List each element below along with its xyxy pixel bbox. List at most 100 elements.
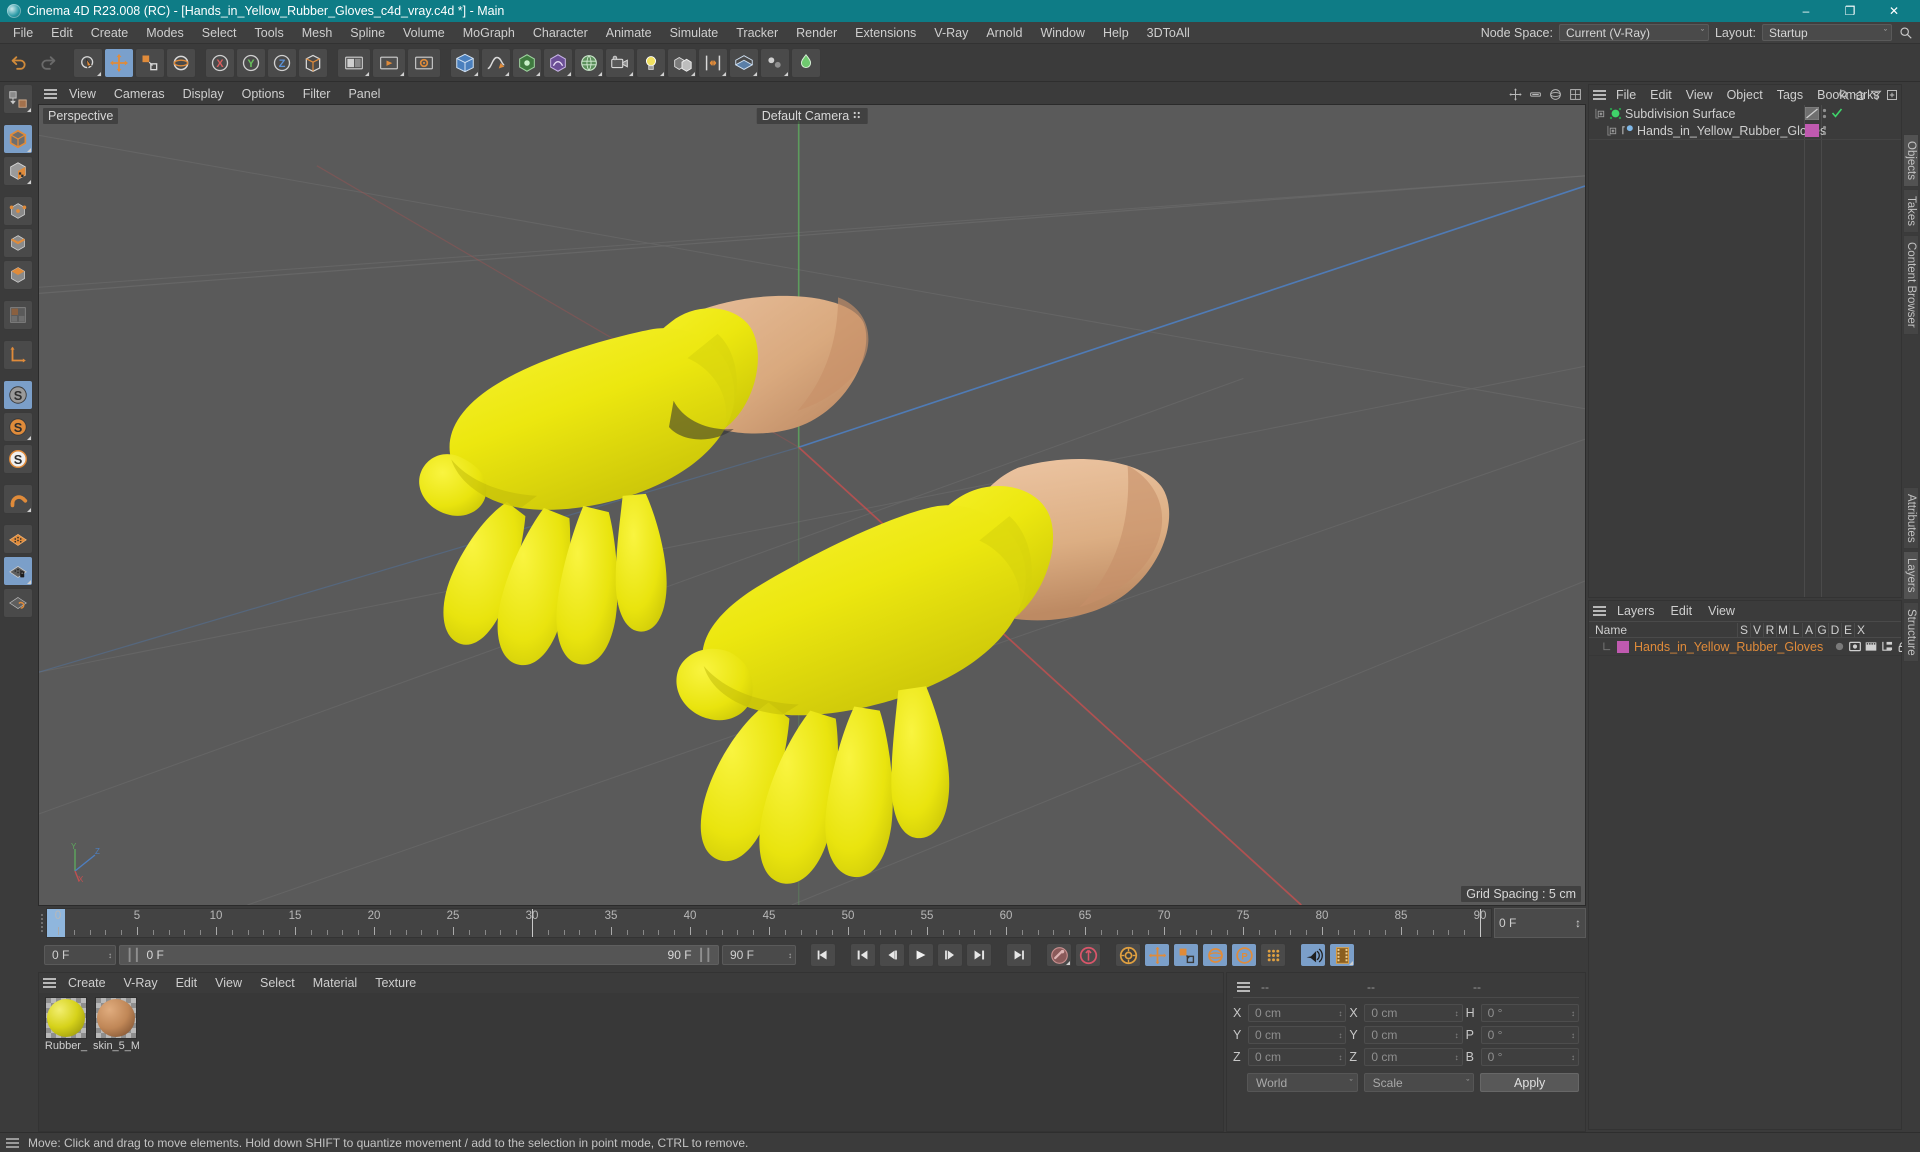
menu-help[interactable]: Help	[1094, 22, 1138, 44]
model-mode-button[interactable]	[3, 124, 33, 154]
layers-menu-icon[interactable]	[1589, 601, 1609, 621]
minimize-button[interactable]: –	[1784, 0, 1828, 22]
add-layer-icon[interactable]	[1886, 89, 1898, 101]
view-icon[interactable]	[1849, 641, 1862, 652]
home-icon[interactable]	[1854, 89, 1866, 101]
axis-z-lock-button[interactable]: Z	[267, 47, 297, 78]
undo-button[interactable]	[3, 48, 33, 78]
timeline-end-field[interactable]: 0 F ↕	[1494, 908, 1586, 938]
search-icon[interactable]	[1838, 89, 1850, 101]
material-item[interactable]: Rubber_	[43, 997, 89, 1052]
material-menu-texture[interactable]: Texture	[366, 973, 425, 993]
viewport-menu-icon[interactable]	[40, 84, 60, 104]
spinner-icon[interactable]: ↕	[788, 951, 792, 959]
object-menu-file[interactable]: File	[1609, 85, 1643, 105]
redo-button[interactable]	[34, 48, 64, 78]
add-light-button[interactable]	[636, 47, 666, 78]
status-menu-icon[interactable]	[6, 1135, 22, 1151]
menu-3dtoall[interactable]: 3DToAll	[1138, 22, 1199, 44]
render-icon[interactable]	[1865, 641, 1877, 652]
object-menu-edit[interactable]: Edit	[1643, 85, 1679, 105]
material-menu-select[interactable]: Select	[251, 973, 304, 993]
uv-mode-button[interactable]	[3, 300, 33, 330]
size-x-field[interactable]: 0 cm ↕	[1364, 1004, 1463, 1022]
position-z-field[interactable]: 0 cm ↕	[1248, 1048, 1347, 1066]
pan-camera-icon[interactable]	[1509, 87, 1522, 101]
maximize-viewport-icon[interactable]	[1569, 88, 1582, 101]
object-row-hands-in-yellow-rubber-gloves[interactable]: Hands_in_Yellow_Rubber_Gloves	[1589, 122, 1901, 139]
parameter-key-button[interactable]: P	[1231, 943, 1257, 967]
add-generator-button[interactable]	[512, 47, 542, 78]
move-tool-button[interactable]	[104, 47, 134, 78]
position-y-field[interactable]: 0 cm ↕	[1248, 1026, 1347, 1044]
maximize-button[interactable]: ❐	[1828, 0, 1872, 22]
texture-mode-button[interactable]	[3, 156, 33, 186]
menu-spline[interactable]: Spline	[341, 22, 394, 44]
add-camera-button[interactable]	[605, 47, 635, 78]
spinner-icon[interactable]: ↕	[1338, 1009, 1342, 1017]
spinner-icon[interactable]: ↕	[1455, 1031, 1459, 1039]
spinner-icon[interactable]: ↕	[1455, 1053, 1459, 1061]
add-cube-button[interactable]	[450, 47, 480, 78]
visibility-dots-icon[interactable]	[1822, 108, 1827, 120]
vtab-takes[interactable]: Takes	[1903, 189, 1919, 234]
material-thumbnail[interactable]	[45, 997, 87, 1039]
spinner-icon[interactable]: ↕	[108, 951, 112, 959]
layout-select[interactable]: Startup ˇ	[1762, 24, 1892, 41]
expand-toggle-icon[interactable]	[1595, 108, 1606, 119]
workplane-button[interactable]	[3, 524, 33, 554]
spinner-icon[interactable]: ↕	[1571, 1009, 1575, 1017]
go-to-previous-frame-button[interactable]	[879, 943, 905, 967]
object-name[interactable]: Hands_in_Yellow_Rubber_Gloves	[1637, 124, 1826, 138]
go-to-start-button[interactable]	[810, 943, 836, 967]
scale-tool-button[interactable]	[135, 47, 165, 78]
go-to-end-button[interactable]	[1006, 943, 1032, 967]
layers-menu-view[interactable]: View	[1700, 601, 1743, 621]
orbit-camera-icon[interactable]	[1549, 88, 1562, 101]
node-space-select[interactable]: Current (V-Ray) ˇ	[1558, 24, 1709, 41]
go-to-previous-key-button[interactable]	[850, 943, 876, 967]
material-thumbnail[interactable]	[95, 997, 137, 1039]
layer-color-swatch[interactable]	[1617, 640, 1629, 653]
layer-row[interactable]: Hands_in_Yellow_Rubber_Gloves	[1589, 638, 1920, 656]
record-active-objects-button[interactable]	[1046, 943, 1072, 967]
material-menu-edit[interactable]: Edit	[167, 973, 207, 993]
menu-create[interactable]: Create	[82, 22, 138, 44]
menu-tools[interactable]: Tools	[246, 22, 293, 44]
enable-axis-modification-button[interactable]: S	[3, 380, 33, 410]
preview-range-field[interactable]: ┃┃ 0 F 90 F ┃┃	[119, 945, 719, 965]
deformer-bend-button[interactable]	[698, 47, 728, 78]
axis-y-lock-button[interactable]: Y	[236, 47, 266, 78]
mograph-button[interactable]	[667, 47, 697, 78]
enabled-check-icon[interactable]	[1831, 107, 1843, 119]
select-tool-button[interactable]	[73, 47, 103, 78]
coordinate-system-select[interactable]: World ˇ	[1247, 1073, 1358, 1092]
rotation-p-field[interactable]: 0 ° ↕	[1480, 1026, 1579, 1044]
close-button[interactable]: ✕	[1872, 0, 1916, 22]
add-deformer-button[interactable]	[543, 47, 573, 78]
vtab-objects[interactable]: Objects	[1903, 134, 1919, 187]
vtab-content-browser[interactable]: Content Browser	[1903, 235, 1919, 335]
material-menu-view[interactable]: View	[206, 973, 251, 993]
material-menu-create[interactable]: Create	[59, 973, 115, 993]
render-view-button[interactable]	[337, 47, 371, 78]
solo-icon[interactable]	[1834, 641, 1845, 652]
axis-x-lock-button[interactable]: X	[205, 47, 235, 78]
add-guide-button[interactable]	[791, 47, 821, 78]
lock-workplane-button[interactable]	[3, 556, 33, 586]
filter-icon[interactable]	[1870, 89, 1882, 101]
perspective-viewport[interactable]: Perspective Default Camera Grid Spacing …	[38, 104, 1586, 906]
material-tag-swatch[interactable]	[1805, 124, 1819, 137]
layer-name[interactable]: Hands_in_Yellow_Rubber_Gloves	[1634, 640, 1823, 654]
material-menu-vray[interactable]: V-Ray	[115, 973, 167, 993]
viewport-menu-options[interactable]: Options	[233, 84, 294, 104]
render-to-picture-viewer-button[interactable]	[372, 47, 406, 78]
size-z-field[interactable]: 0 cm ↕	[1364, 1048, 1463, 1066]
apply-button[interactable]: Apply	[1480, 1073, 1580, 1092]
menu-modes[interactable]: Modes	[137, 22, 193, 44]
menu-file[interactable]: File	[4, 22, 42, 44]
menu-arnold[interactable]: Arnold	[977, 22, 1031, 44]
points-mode-button[interactable]	[3, 196, 33, 226]
go-to-next-key-button[interactable]	[966, 943, 992, 967]
menu-edit[interactable]: Edit	[42, 22, 82, 44]
